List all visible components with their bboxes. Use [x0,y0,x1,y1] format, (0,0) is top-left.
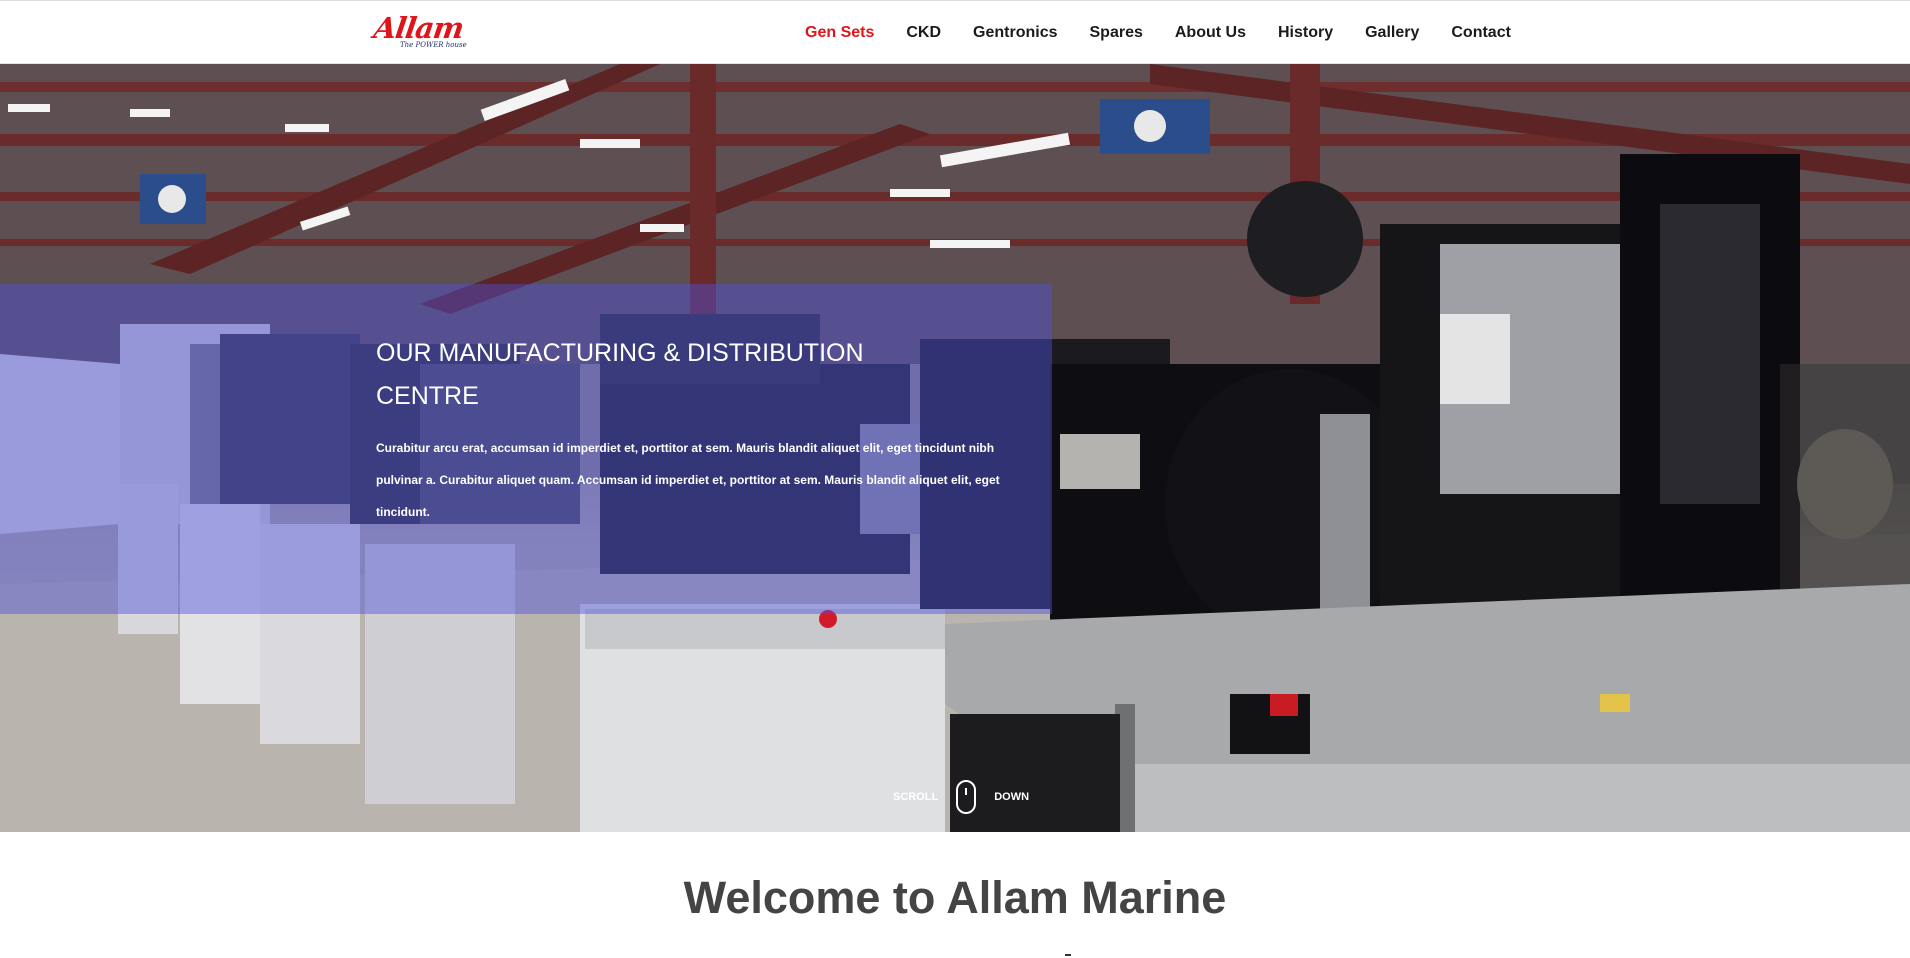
nav-item-gen-sets[interactable]: Gen Sets [805,24,874,42]
main-nav: Gen Sets CKD Gentronics Spares About Us … [805,1,1511,65]
welcome-heading: Welcome to Allam Marine [683,872,1227,923]
nav-item-ckd[interactable]: CKD [906,24,941,42]
nav-item-spares[interactable]: Spares [1090,24,1143,42]
logo-wordmark: Allam [371,11,466,45]
logo-tagline: The POWER house [400,41,467,49]
hero-title: OUR MANUFACTURING & DISTRIBUTION CENTRE [376,339,864,410]
hero-banner: OUR MANUFACTURING & DISTRIBUTION CENTRE … [0,64,1910,832]
nav-item-history[interactable]: History [1278,24,1333,42]
site-header: Allam The POWER house Gen Sets CKD Gentr… [0,0,1910,64]
mouse-icon [956,780,977,814]
nav-item-about-us[interactable]: About Us [1175,24,1246,42]
allam-logo[interactable]: Allam The POWER house [370,11,474,55]
hero-description: Curabitur arcu erat, accumsan id imperdi… [376,441,1000,519]
scroll-down-indicator[interactable]: SCROLL DOWN [893,780,1029,814]
down-label: DOWN [994,791,1030,803]
nav-item-gallery[interactable]: Gallery [1365,24,1419,42]
section-divider [1065,954,1071,956]
nav-item-contact[interactable]: Contact [1451,24,1511,42]
scroll-label: SCROLL [893,791,939,803]
nav-item-gentronics[interactable]: Gentronics [973,24,1057,42]
